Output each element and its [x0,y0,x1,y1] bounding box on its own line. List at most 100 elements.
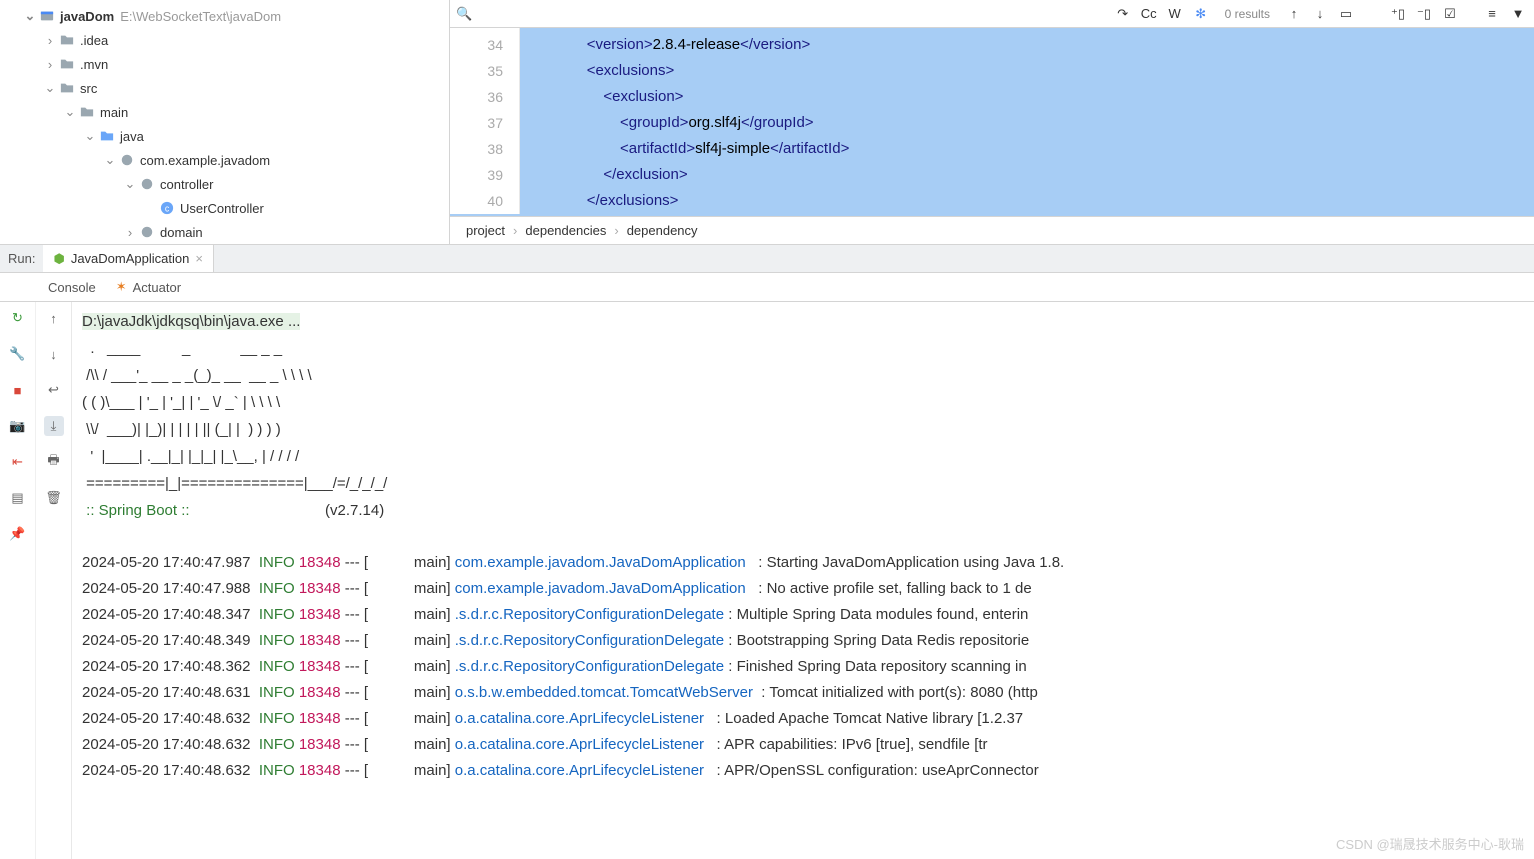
log-row: 2024-05-20 17:40:48.631 INFO 18348 --- [… [82,680,1524,706]
run-panel-header: Run: ⬢ JavaDomApplication × [0,244,1534,272]
up-icon[interactable]: ↑ [44,308,64,328]
wrench-icon[interactable]: 🔧 [8,344,28,364]
results-count: 0 results [1225,7,1270,21]
log-row: 2024-05-20 17:40:48.632 INFO 18348 --- [… [82,732,1524,758]
camera-icon[interactable]: 📷 [8,416,28,436]
tab-console[interactable]: Console [48,280,96,295]
search-input[interactable] [478,6,1106,21]
down-icon[interactable]: ↓ [44,344,64,364]
up-icon[interactable]: ↑ [1284,4,1304,24]
watermark: CSDN @瑞晟技术服务中心-耿瑞 [1336,834,1524,853]
tree-mvn[interactable]: › .mvn [0,52,449,76]
tree-domain[interactable]: › domain [0,220,449,244]
clear-icon[interactable]: 🗑 [44,488,64,508]
print-icon[interactable]: 🖶 [44,452,64,472]
expand-icon[interactable]: › [42,33,58,48]
tree-label: com.example.javadom [140,153,270,168]
tab-actuator[interactable]: ✶ Actuator [116,279,181,295]
run-sub-tabs: Console ✶ Actuator [0,272,1534,302]
add-selection-icon[interactable]: ⁺▯ [1388,4,1408,24]
svg-text:c: c [165,204,170,214]
exit-icon[interactable]: ⇤ [8,452,28,472]
prev-occurrence-icon[interactable]: ↷ [1113,4,1133,24]
log-row: 2024-05-20 17:40:48.632 INFO 18348 --- [… [82,758,1524,784]
run-app-name: JavaDomApplication [71,251,190,266]
breadcrumb-item[interactable]: dependencies [525,223,606,238]
tree-label: UserController [180,201,264,216]
stop-button[interactable]: ■ [8,380,28,400]
source-folder-icon [98,128,116,144]
tree-label: controller [160,177,213,192]
line-gutter: 34353637383940 [450,28,520,214]
close-icon[interactable]: × [195,251,203,266]
project-tree[interactable]: ⌄ javaDom E:\WebSocketText\javaDom › .id… [0,0,450,244]
class-icon: c [158,200,176,216]
expand-icon[interactable]: ⌄ [82,128,98,144]
project-root[interactable]: ⌄ javaDom E:\WebSocketText\javaDom [0,4,449,28]
soft-wrap-icon[interactable]: ↩ [44,380,64,400]
editor-pane: 🔍 ↷ Cc W ✻ 0 results ↑ ↓ ▭ ⁺▯ ⁻▯ ☑ ≡ ▼ [450,0,1534,244]
project-path: E:\WebSocketText\javaDom [120,9,281,24]
tree-label: src [80,81,97,96]
log-row: 2024-05-20 17:40:48.349 INFO 18348 --- [… [82,628,1524,654]
package-icon [118,152,136,168]
expand-icon[interactable]: › [122,225,138,240]
log-row: 2024-05-20 17:40:47.987 INFO 18348 --- [… [82,550,1524,576]
pin-icon[interactable]: 📌 [8,524,28,544]
words-icon[interactable]: W [1165,4,1185,24]
down-icon[interactable]: ↓ [1310,4,1330,24]
console-toolbar: ↑ ↓ ↩ ⤓ 🖶 🗑 [36,302,72,859]
expand-icon[interactable]: ⌄ [102,152,118,168]
filter-settings-icon[interactable]: ≡ [1482,4,1502,24]
expand-icon[interactable]: ⌄ [22,8,38,24]
code-editor[interactable]: 34353637383940 <version>2.8.4-release</v… [450,28,1534,216]
tree-label: .idea [80,33,108,48]
breadcrumb-item[interactable]: project [466,223,505,238]
breadcrumb: project › dependencies › dependency [450,216,1534,244]
tree-label: main [100,105,128,120]
expand-icon[interactable]: ⌄ [42,80,58,96]
select-all-icon[interactable]: ▭ [1336,4,1356,24]
tree-label: java [120,129,144,144]
project-name: javaDom [60,9,114,24]
folder-icon [58,32,76,48]
run-toolbar: ↻ 🔧 ■ 📷 ⇤ ▤ 📌 [0,302,36,859]
folder-icon [78,104,96,120]
package-icon [138,176,156,192]
match-case-icon[interactable]: Cc [1139,4,1159,24]
chevron-right-icon: › [513,223,517,238]
tab-label: Actuator [133,280,181,295]
expand-icon[interactable]: ⌄ [122,176,138,192]
package-icon [138,224,156,240]
regex-icon[interactable]: ✻ [1191,4,1211,24]
expand-icon[interactable]: › [42,57,58,72]
log-row: 2024-05-20 17:40:48.362 INFO 18348 --- [… [82,654,1524,680]
scroll-to-end-icon[interactable]: ⤓ [44,416,64,436]
remove-selection-icon[interactable]: ⁻▯ [1414,4,1434,24]
console-output[interactable]: D:\javaJdk\jdkqsq\bin\java.exe ... . ___… [72,302,1534,859]
filter-icon[interactable]: ▼ [1508,4,1528,24]
module-icon [38,8,56,24]
tree-controller[interactable]: ⌄ controller [0,172,449,196]
tree-src[interactable]: ⌄ src [0,76,449,100]
tree-label: domain [160,225,203,240]
tab-label: Console [48,280,96,295]
layout-icon[interactable]: ▤ [8,488,28,508]
breadcrumb-item[interactable]: dependency [627,223,698,238]
folder-icon [58,56,76,72]
find-bar: 🔍 ↷ Cc W ✻ 0 results ↑ ↓ ▭ ⁺▯ ⁻▯ ☑ ≡ ▼ [450,0,1534,28]
spring-version: (v2.7.14) [325,502,384,519]
command-line: D:\javaJdk\jdkqsq\bin\java.exe ... [82,313,300,330]
code-content[interactable]: <version>2.8.4-release</version> <exclus… [520,28,1534,216]
folder-icon [58,80,76,96]
rerun-button[interactable]: ↻ [8,308,28,328]
tree-java[interactable]: ⌄ java [0,124,449,148]
tree-usercontroller[interactable]: c UserController [0,196,449,220]
tree-idea[interactable]: › .idea [0,28,449,52]
select-all-occurrences-icon[interactable]: ☑ [1440,4,1460,24]
tree-package[interactable]: ⌄ com.example.javadom [0,148,449,172]
expand-icon[interactable]: ⌄ [62,104,78,120]
run-config-tab[interactable]: ⬢ JavaDomApplication × [43,245,213,272]
tree-main[interactable]: ⌄ main [0,100,449,124]
spring-banner: . ____ _ __ _ _ /\\ / ___'_ __ _ _(_)_ _… [82,340,387,492]
